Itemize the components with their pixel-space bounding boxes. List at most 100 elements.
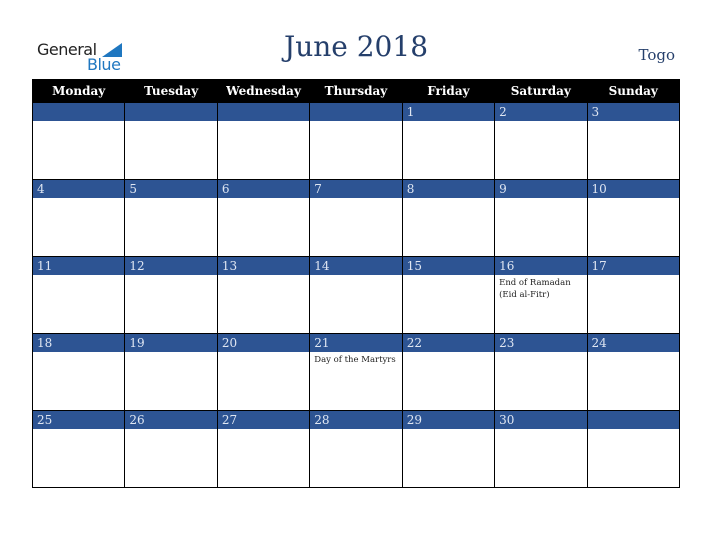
day-event: [125, 429, 216, 487]
day-number: 30: [495, 411, 587, 429]
day-cell[interactable]: 15: [401, 256, 496, 334]
day-event: [588, 275, 679, 333]
day-number: [125, 103, 217, 121]
day-cell[interactable]: [31, 102, 126, 180]
day-number: 3: [587, 103, 679, 121]
day-number: 9: [495, 180, 587, 198]
day-cell[interactable]: 13: [216, 256, 311, 334]
day-cell[interactable]: 4: [31, 179, 126, 257]
day-cell[interactable]: 23: [494, 333, 588, 411]
country-label: Togo: [638, 46, 675, 64]
week-row: 11 12 13 14 15 16 End of Ramadan (Eid al-Fitr)…: [31, 256, 681, 334]
day-number: 25: [33, 411, 125, 429]
day-cell[interactable]: 2: [494, 102, 588, 180]
day-cell[interactable]: 19: [124, 333, 218, 411]
weekday-header: Friday: [401, 79, 496, 103]
calendar-grid: Monday Tuesday Wednesday Thursday Friday…: [31, 79, 681, 488]
day-number: 26: [125, 411, 217, 429]
day-event: [125, 352, 216, 410]
day-cell[interactable]: [309, 102, 403, 180]
day-number: 8: [402, 180, 495, 198]
day-cell[interactable]: 1: [401, 102, 496, 180]
calendar-title: June 2018: [283, 30, 429, 63]
day-event: [310, 121, 401, 179]
day-event: [33, 198, 124, 256]
day-number: 1: [402, 103, 495, 121]
day-cell[interactable]: 18: [31, 333, 126, 411]
weekday-header: Saturday: [494, 79, 588, 103]
day-event: [218, 198, 309, 256]
day-number: 16: [495, 257, 587, 275]
day-cell[interactable]: 10: [586, 179, 681, 257]
day-cell[interactable]: 8: [401, 179, 496, 257]
day-number: [587, 411, 679, 429]
day-cell[interactable]: [216, 102, 311, 180]
day-cell[interactable]: 30: [494, 410, 588, 488]
day-cell[interactable]: [586, 410, 681, 488]
day-cell[interactable]: 29: [401, 410, 496, 488]
day-cell[interactable]: [124, 102, 218, 180]
day-number: 15: [402, 257, 495, 275]
day-number: 28: [310, 411, 402, 429]
day-number: 24: [587, 334, 679, 352]
day-number: 7: [310, 180, 402, 198]
day-number: 12: [125, 257, 217, 275]
day-event: [495, 198, 586, 256]
day-cell[interactable]: 28: [309, 410, 403, 488]
week-row: 123: [31, 102, 681, 180]
day-cell[interactable]: 3: [586, 102, 681, 180]
day-number: 27: [217, 411, 310, 429]
day-cell[interactable]: 5: [124, 179, 218, 257]
day-number: 17: [587, 257, 679, 275]
day-event: [403, 198, 494, 256]
day-number: 13: [217, 257, 310, 275]
day-event: [588, 121, 679, 179]
day-event: [125, 275, 216, 333]
day-number: 14: [310, 257, 402, 275]
day-cell[interactable]: 9: [494, 179, 588, 257]
day-cell[interactable]: 20: [216, 333, 311, 411]
week-row: 25 26 27 28 29 30: [31, 410, 681, 488]
day-event: Day of the Martyrs: [314, 355, 396, 365]
day-cell[interactable]: 6: [216, 179, 311, 257]
day-event: [33, 121, 124, 179]
day-number: [217, 103, 310, 121]
day-event: [33, 429, 124, 487]
weekday-header-row: Monday Tuesday Wednesday Thursday Friday…: [31, 79, 681, 103]
weekday-header: Wednesday: [216, 79, 311, 103]
day-event: [125, 121, 216, 179]
day-number: 21: [310, 334, 402, 352]
day-number: 4: [33, 180, 125, 198]
day-number: 22: [402, 334, 495, 352]
day-number: 11: [33, 257, 125, 275]
day-event: [218, 275, 309, 333]
day-cell[interactable]: 27: [216, 410, 311, 488]
day-cell[interactable]: 11: [31, 256, 126, 334]
day-cell[interactable]: 24: [586, 333, 681, 411]
day-number: 6: [217, 180, 310, 198]
day-cell[interactable]: 22: [401, 333, 496, 411]
day-number: 19: [125, 334, 217, 352]
day-cell[interactable]: 7: [309, 179, 403, 257]
day-cell[interactable]: 14: [309, 256, 403, 334]
day-event: [403, 352, 494, 410]
day-event: [588, 429, 679, 487]
day-number: 10: [587, 180, 679, 198]
day-cell[interactable]: 25: [31, 410, 126, 488]
weekday-header: Monday: [31, 79, 126, 103]
day-event: [310, 198, 401, 256]
day-number: [310, 103, 402, 121]
day-event: [588, 198, 679, 256]
day-event: [310, 275, 401, 333]
day-cell[interactable]: 17: [586, 256, 681, 334]
day-event: [403, 429, 494, 487]
day-cell[interactable]: 21 Day of the Martyrs: [309, 333, 403, 411]
day-cell[interactable]: 26: [124, 410, 218, 488]
day-event: [310, 429, 401, 487]
day-event: [218, 352, 309, 410]
day-number: 2: [495, 103, 587, 121]
day-cell[interactable]: 12: [124, 256, 218, 334]
day-event: [495, 429, 586, 487]
day-cell[interactable]: 16 End of Ramadan (Eid al-Fitr): [494, 256, 588, 334]
day-event: [588, 352, 679, 410]
